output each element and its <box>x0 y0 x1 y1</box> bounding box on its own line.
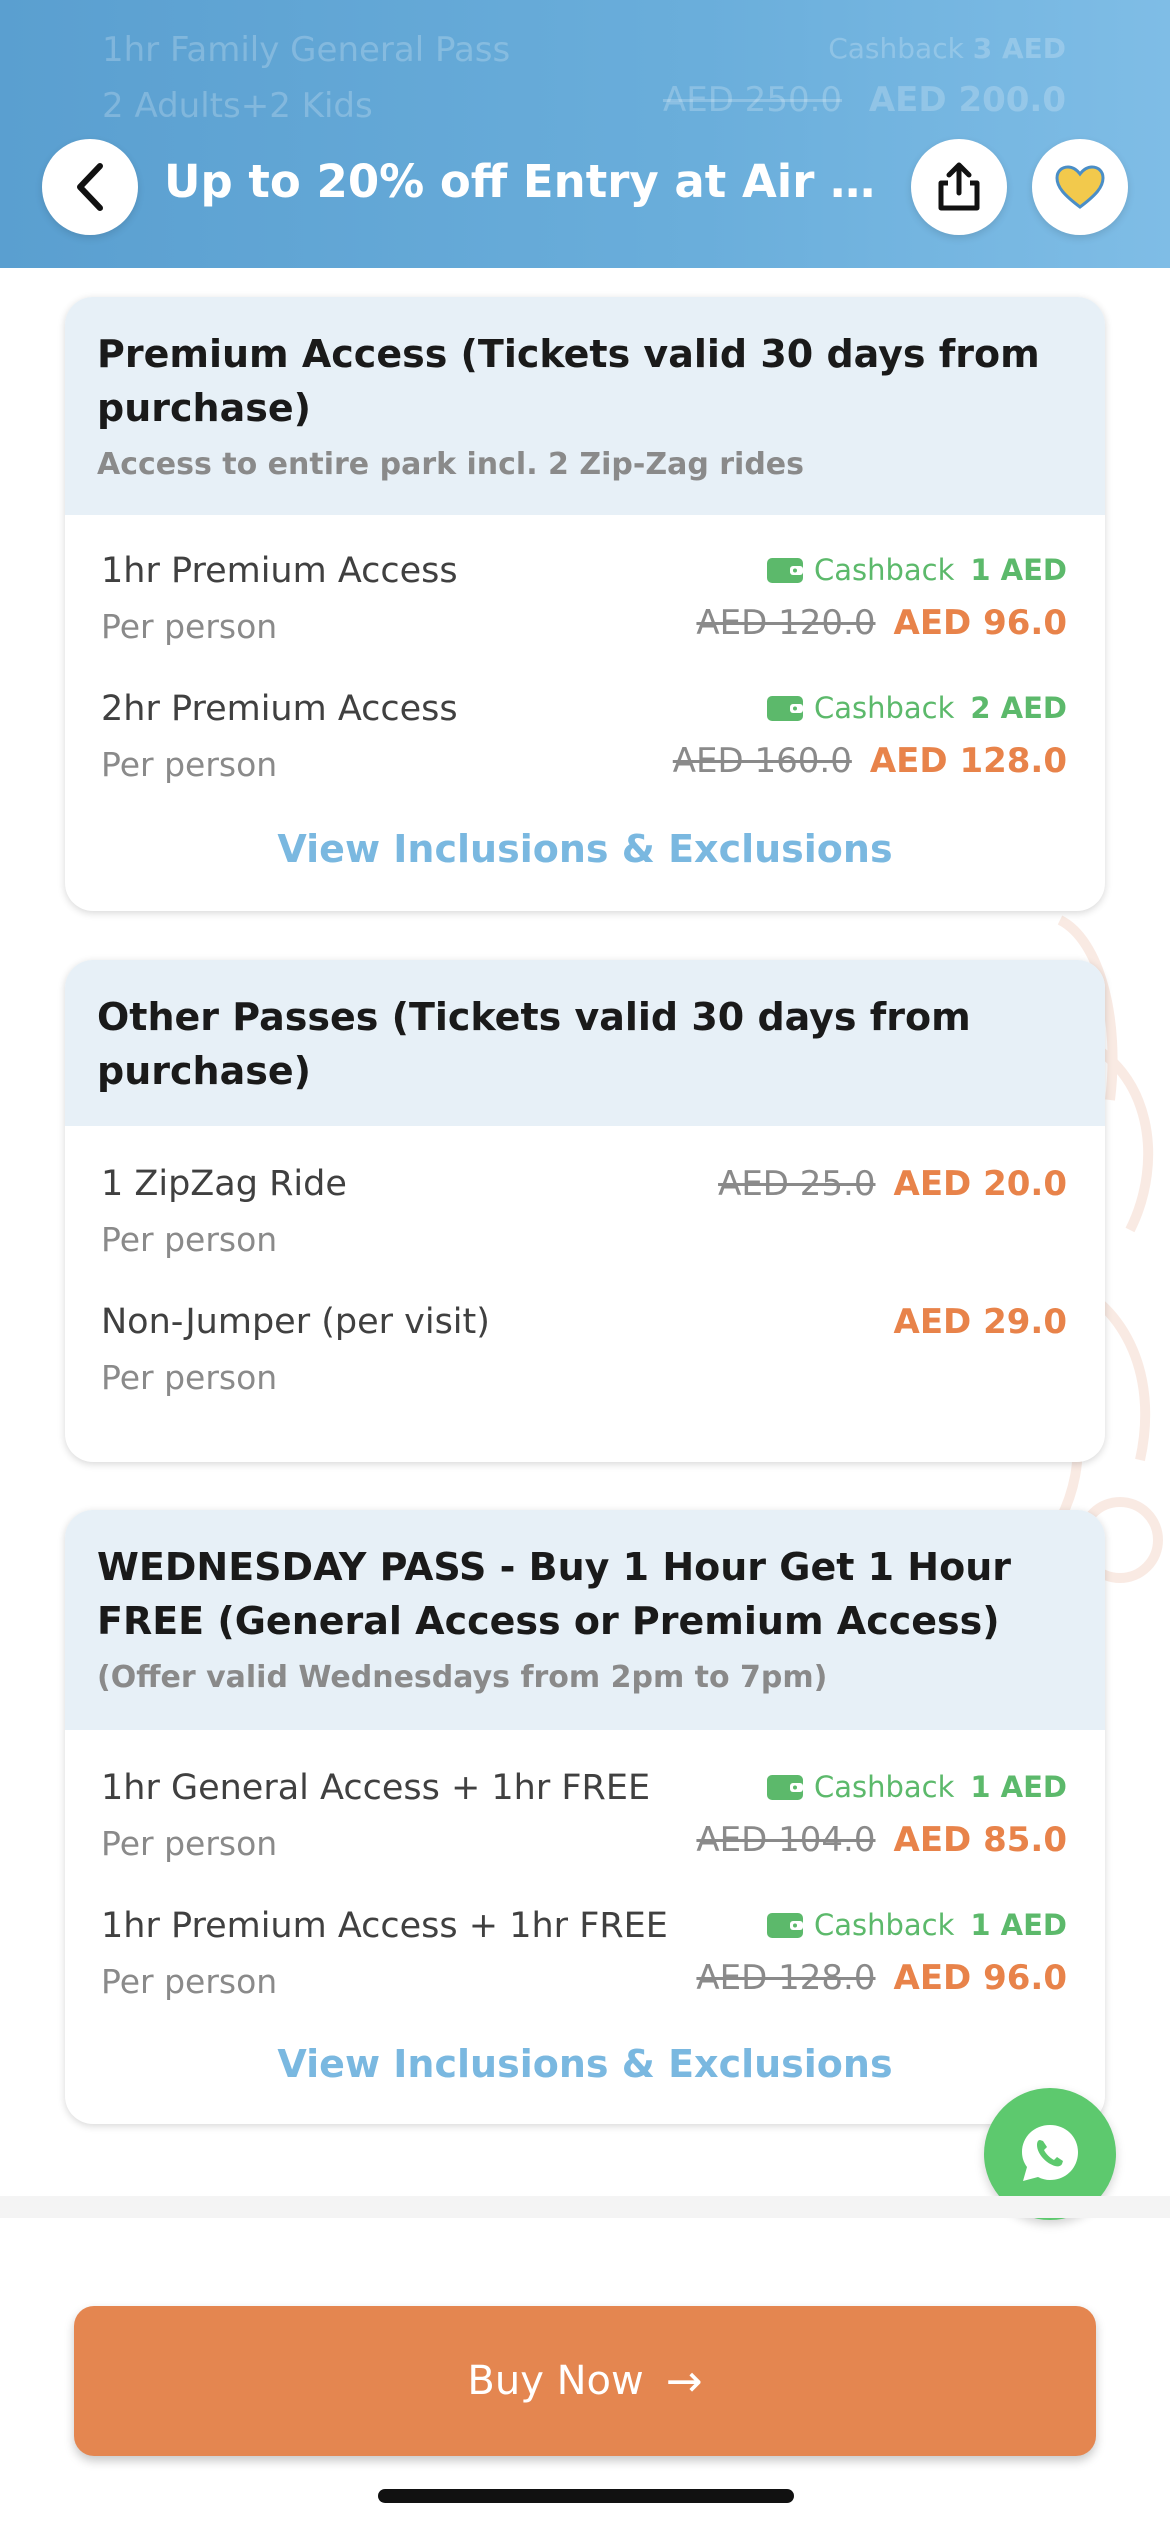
scrolled-original-price: AED 250.0 <box>662 80 843 120</box>
price-group: AED 120.0 AED 96.0 <box>696 603 1067 643</box>
wallet-icon <box>766 696 803 721</box>
chevron-left-icon <box>77 163 103 211</box>
section-title: WEDNESDAY PASS - Buy 1 Hour Get 1 Hour F… <box>97 1545 1011 1643</box>
scrolled-item-cashback: Cashback 3 AED <box>828 32 1066 65</box>
cashback-label: Cashback <box>813 691 955 725</box>
footer-divider <box>0 2196 1170 2218</box>
ticket-name: 2hr Premium Access <box>101 689 458 729</box>
cashback-badge: Cashback 2 AED <box>766 691 1067 725</box>
page-title: Up to 20% off Entry at Air Mani... <box>164 155 884 208</box>
ticket-row[interactable]: 1hr Premium Access + 1hr FREE Per person… <box>65 1868 1105 2006</box>
cashback-badge: Cashback 1 AED <box>766 1908 1067 1942</box>
discount-price: AED 85.0 <box>893 1820 1068 1860</box>
price-group: AED 128.0 AED 96.0 <box>696 1958 1067 1998</box>
scrolled-item-per: 2 Adults+2 Kids <box>102 86 373 126</box>
ticket-row[interactable]: 1hr Premium Access Per person Cashback 1… <box>65 515 1105 653</box>
home-indicator <box>378 2489 794 2503</box>
other-passes-card: Other Passes (Tickets valid 30 days from… <box>65 960 1105 1462</box>
premium-access-card: Premium Access (Tickets valid 30 days fr… <box>65 297 1105 911</box>
cashback-amount: 2 AED <box>970 691 1067 725</box>
price-group: AED 25.0 AED 20.0 <box>718 1164 1067 1204</box>
ticket-per: Per person <box>101 745 278 784</box>
view-inclusions-link[interactable]: View Inclusions & Exclusions <box>65 2042 1105 2086</box>
cashback-label: Cashback <box>813 1908 955 1942</box>
ticket-name: 1hr Premium Access + 1hr FREE <box>101 1906 668 1946</box>
favorite-button[interactable] <box>1032 139 1128 235</box>
ticket-row[interactable]: 2hr Premium Access Per person Cashback 2… <box>65 653 1105 791</box>
card-header: WEDNESDAY PASS - Buy 1 Hour Get 1 Hour F… <box>65 1510 1105 1730</box>
cashback-amount: 1 AED <box>970 1770 1067 1804</box>
share-icon <box>938 162 980 211</box>
price-group: AED 160.0 AED 128.0 <box>673 741 1067 781</box>
original-price: AED 120.0 <box>696 603 876 643</box>
view-inclusions-link[interactable]: View Inclusions & Exclusions <box>65 827 1105 871</box>
original-price: AED 128.0 <box>696 1958 876 1998</box>
ticket-per: Per person <box>101 1220 278 1259</box>
original-price: AED 104.0 <box>696 1820 876 1860</box>
price-group: AED 104.0 AED 85.0 <box>696 1820 1067 1860</box>
scrolled-price: AED 200.0 <box>868 80 1066 120</box>
ticket-per: Per person <box>101 1962 278 2001</box>
discount-price: AED 96.0 <box>893 1958 1068 1998</box>
heart-icon <box>1055 165 1105 209</box>
card-header: Other Passes (Tickets valid 30 days from… <box>65 960 1105 1126</box>
card-header: Premium Access (Tickets valid 30 days fr… <box>65 297 1105 515</box>
original-price: AED 160.0 <box>672 741 852 781</box>
section-subtitle: Access to entire park incl. 2 Zip-Zag ri… <box>97 447 805 482</box>
section-title: Premium Access (Tickets valid 30 days fr… <box>97 332 1040 430</box>
scrolled-item-price: AED 250.0 AED 200.0 <box>663 80 1066 120</box>
section-subtitle: (Offer valid Wednesdays from 2pm to 7pm) <box>97 1660 828 1695</box>
whatsapp-icon <box>1022 2125 1078 2181</box>
top-header: 1hr Family General Pass 2 Adults+2 Kids … <box>0 0 1170 268</box>
back-button[interactable] <box>42 139 138 235</box>
wallet-icon <box>766 558 803 583</box>
price-group: AED 29.0 <box>894 1302 1068 1342</box>
cashback-label: Cashback <box>813 553 955 587</box>
cashback-amount: 1 AED <box>970 553 1067 587</box>
discount-price: AED 29.0 <box>893 1302 1068 1342</box>
discount-price: AED 20.0 <box>893 1164 1068 1204</box>
ticket-name: 1hr Premium Access <box>101 551 458 591</box>
cashback-badge: Cashback 1 AED <box>766 553 1067 587</box>
section-title: Other Passes (Tickets valid 30 days from… <box>97 995 971 1093</box>
ticket-name: 1 ZipZag Ride <box>101 1164 347 1204</box>
ticket-per: Per person <box>101 1824 278 1863</box>
original-price: AED 25.0 <box>718 1164 876 1204</box>
scrolled-cashback-label: Cashback <box>828 32 964 65</box>
wallet-icon <box>766 1913 803 1938</box>
cashback-badge: Cashback 1 AED <box>766 1770 1067 1804</box>
ticket-row[interactable]: 1hr General Access + 1hr FREE Per person… <box>65 1730 1105 1868</box>
ticket-per: Per person <box>101 607 278 646</box>
ticket-row[interactable]: Non-Jumper (per visit) Per person AED 29… <box>65 1264 1105 1402</box>
wednesday-pass-card: WEDNESDAY PASS - Buy 1 Hour Get 1 Hour F… <box>65 1510 1105 2124</box>
cashback-label: Cashback <box>813 1770 955 1804</box>
discount-price: AED 96.0 <box>893 603 1068 643</box>
ticket-per: Per person <box>101 1358 278 1397</box>
wallet-icon <box>766 1775 803 1800</box>
scrolled-item-name: 1hr Family General Pass <box>102 30 511 70</box>
arrow-right-icon: → <box>665 2355 703 2407</box>
discount-price: AED 128.0 <box>869 741 1067 781</box>
ticket-name: 1hr General Access + 1hr FREE <box>101 1768 651 1808</box>
buy-now-label: Buy Now <box>467 2358 644 2404</box>
cashback-amount: 1 AED <box>970 1908 1067 1942</box>
ticket-row[interactable]: 1 ZipZag Ride Per person AED 25.0 AED 20.… <box>65 1126 1105 1264</box>
ticket-name: Non-Jumper (per visit) <box>101 1302 490 1342</box>
share-button[interactable] <box>911 139 1007 235</box>
scrolled-cashback-amount: 3 AED <box>972 32 1066 65</box>
buy-now-button[interactable]: Buy Now → <box>74 2306 1096 2456</box>
